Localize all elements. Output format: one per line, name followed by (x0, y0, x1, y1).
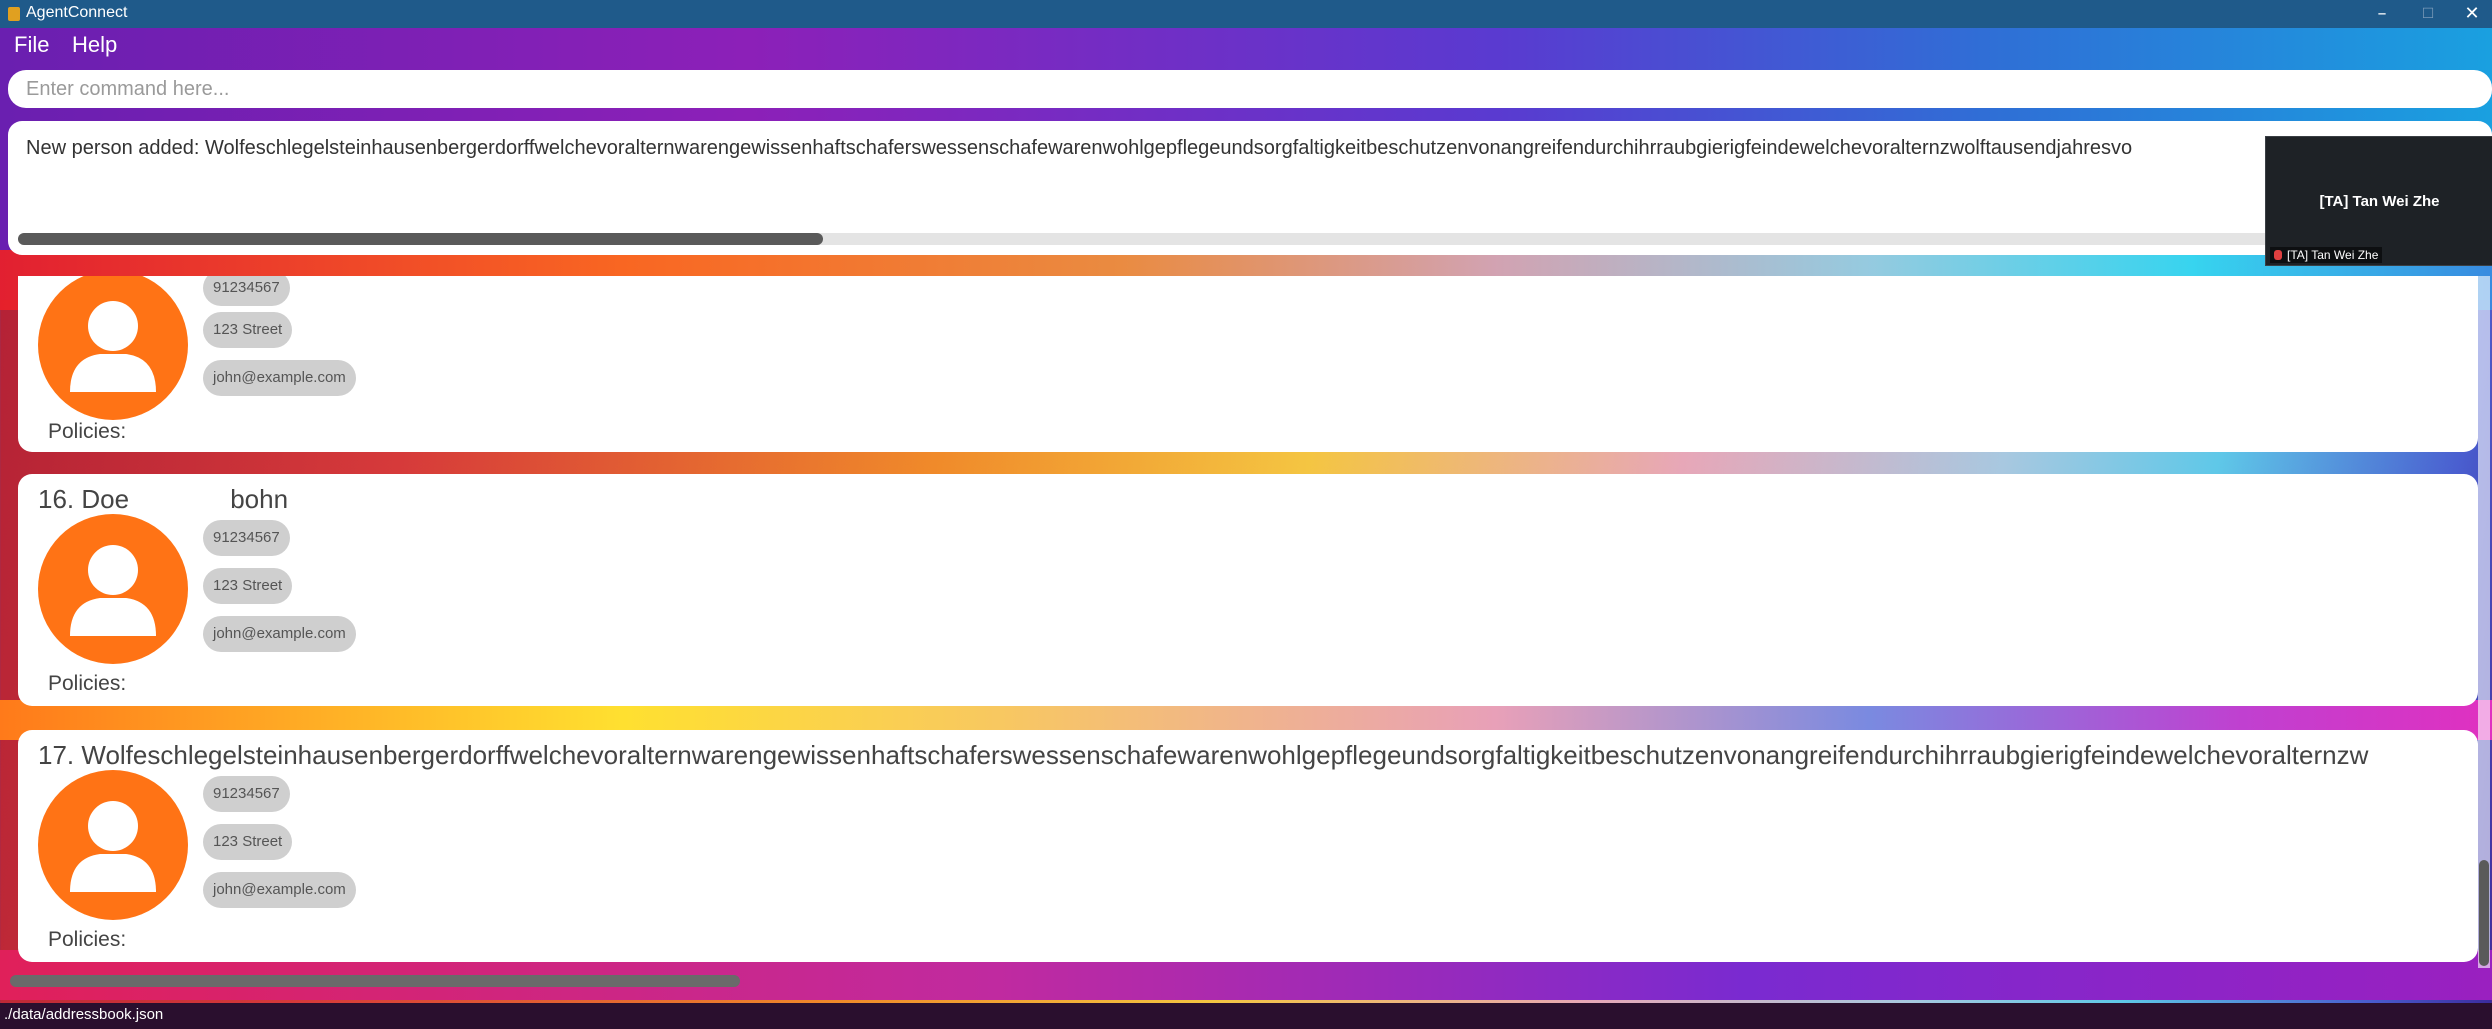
person-card[interactable]: 16. Doe bohn 91234567 123 Street john@ex… (18, 474, 2478, 706)
result-message: New person added: Wolfeschlegelsteinhaus… (26, 137, 2133, 159)
video-footer-name: [TA] Tan Wei Zhe (2287, 248, 2379, 262)
file-path: ./data/addressbook.json (4, 1006, 164, 1023)
app-icon (8, 7, 20, 21)
phone-tag: 91234567 (203, 520, 290, 556)
minimize-button[interactable]: – (2362, 2, 2402, 26)
video-call-overlay[interactable]: [TA] Tan Wei Zhe [TA] Tan Wei Zhe (2265, 136, 2492, 266)
policies-label: Policies: (48, 672, 127, 695)
policies-label: Policies: (48, 928, 127, 951)
video-participant-name: [TA] Tan Wei Zhe (2319, 193, 2440, 210)
email-tag: john@example.com (203, 616, 356, 652)
list-horizontal-scrollbar[interactable] (10, 975, 740, 987)
list-vertical-scrollbar[interactable] (2478, 276, 2490, 968)
maximize-button[interactable]: ☐ (2408, 2, 2448, 26)
result-horizontal-scrollbar[interactable] (18, 233, 2492, 245)
result-display: New person added: Wolfeschlegelsteinhaus… (8, 121, 2492, 255)
avatar-icon (38, 770, 188, 920)
window-title: AgentConnect (26, 4, 128, 21)
video-footer: [TA] Tan Wei Zhe (2270, 247, 2383, 263)
mic-muted-icon (2274, 250, 2282, 260)
address-tag: 123 Street (203, 312, 293, 348)
list-scroll-thumb[interactable] (2479, 860, 2489, 966)
email-tag: john@example.com (203, 360, 356, 396)
menu-help[interactable]: Help (72, 32, 117, 58)
person-name: 17. Wolfeschlegelsteinhausenbergerdorffw… (38, 740, 2369, 770)
policies-label: Policies: (48, 420, 127, 443)
avatar-icon (38, 514, 188, 664)
result-scroll-thumb[interactable] (18, 233, 823, 245)
person-name: 16. Doe bohn (38, 484, 289, 514)
address-tag: 123 Street (203, 824, 293, 860)
phone-tag: 91234567 (203, 776, 290, 812)
address-tag: 123 Street (203, 568, 293, 604)
status-bar: ./data/addressbook.json (0, 1003, 2492, 1029)
avatar-icon (38, 276, 188, 420)
person-card[interactable]: 91234567 123 Street john@example.com Pol… (18, 276, 2478, 452)
close-button[interactable]: ✕ (2452, 2, 2492, 26)
email-tag: john@example.com (203, 872, 356, 908)
command-input[interactable] (8, 70, 2492, 108)
title-bar: AgentConnect – ☐ ✕ (0, 0, 2492, 28)
phone-tag: 91234567 (203, 276, 290, 306)
menu-file[interactable]: File (14, 32, 49, 58)
person-card[interactable]: 17. Wolfeschlegelsteinhausenbergerdorffw… (18, 730, 2478, 962)
